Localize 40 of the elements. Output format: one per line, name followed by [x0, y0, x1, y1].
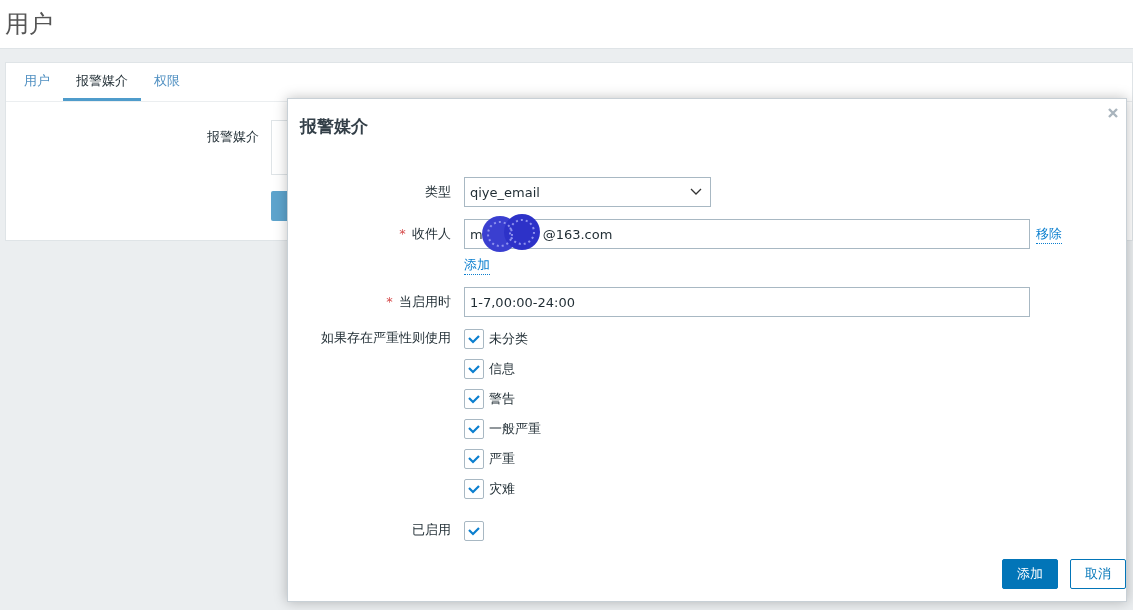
checkbox-label: 一般严重	[489, 420, 541, 438]
required-asterisk: *	[386, 294, 393, 309]
checkbox[interactable]	[464, 521, 484, 541]
checkbox-label: 灾难	[489, 480, 515, 498]
page-title: 用户	[5, 9, 53, 40]
checkbox-label: 警告	[489, 390, 515, 408]
add-button[interactable]: 添加	[1002, 559, 1058, 589]
field-label: 收件人	[412, 226, 451, 241]
checkbox[interactable]	[464, 419, 484, 439]
check-icon	[467, 454, 481, 464]
checkbox[interactable]	[464, 359, 484, 379]
check-icon	[467, 394, 481, 404]
check-icon	[467, 424, 481, 434]
type-select[interactable]: qiye_email	[464, 177, 711, 207]
check-icon	[467, 526, 481, 536]
required-asterisk: *	[399, 226, 406, 241]
field-label: 类型	[425, 184, 451, 199]
chevron-down-icon	[690, 188, 702, 196]
checkbox-label: 未分类	[489, 330, 528, 348]
tab[interactable]: 报警媒介	[63, 63, 141, 101]
add-link[interactable]: 添加	[464, 256, 490, 275]
check-icon	[467, 334, 481, 344]
when-active-field[interactable]: 1-7,00:00-24:00	[464, 287, 1030, 317]
remove-link[interactable]: 移除	[1036, 224, 1062, 244]
check-icon	[467, 484, 481, 494]
dialog-title: 报警媒介	[300, 115, 368, 138]
field-label: 当启用时	[399, 294, 451, 309]
tab[interactable]: 用户	[11, 63, 63, 101]
checkbox[interactable]	[464, 479, 484, 499]
checkbox[interactable]	[464, 449, 484, 469]
checkbox-label: 严重	[489, 450, 515, 468]
field-label: 已启用	[412, 522, 451, 537]
checkbox-label: 信息	[489, 360, 515, 378]
field-label: 报警媒介	[206, 128, 259, 146]
cancel-button[interactable]: 取消	[1070, 559, 1126, 589]
checkbox[interactable]	[464, 329, 484, 349]
checkbox[interactable]	[464, 389, 484, 409]
tab[interactable]: 权限	[141, 63, 193, 101]
field-label: 如果存在严重性则使用	[321, 330, 451, 345]
check-icon	[467, 364, 481, 374]
